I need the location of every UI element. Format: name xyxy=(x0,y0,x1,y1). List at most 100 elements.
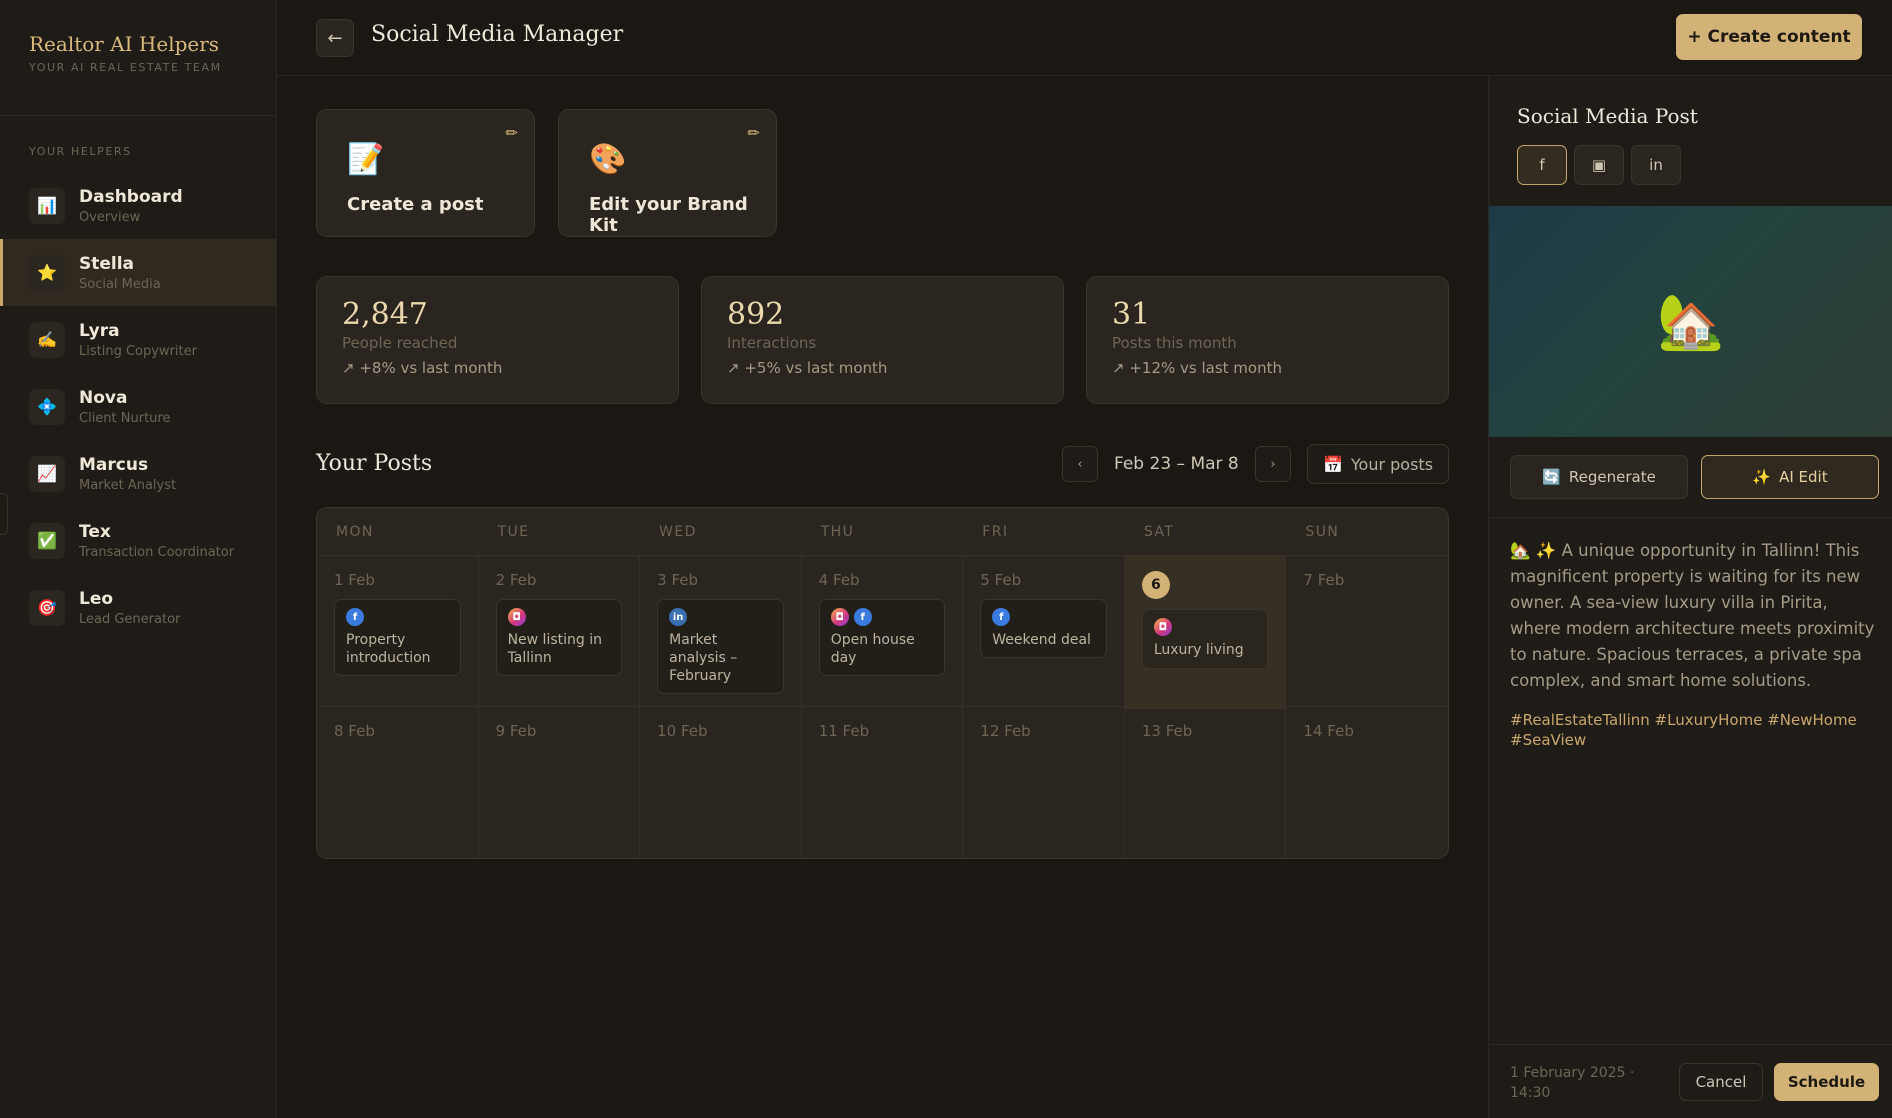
post-chip[interactable]: ◘ Luxury living xyxy=(1141,609,1269,669)
day-header: TUE xyxy=(497,524,530,540)
sidebar-item-leo[interactable]: 🎯 Leo Lead Generator xyxy=(0,574,276,641)
calendar-day[interactable]: 10 Feb xyxy=(640,707,802,858)
stat-label: Interactions xyxy=(727,334,817,352)
post-body-text[interactable]: 🏡 ✨ A unique opportunity in Tallinn! Thi… xyxy=(1510,538,1880,694)
page-title: Social Media Manager xyxy=(371,22,624,47)
post-chip[interactable]: f Property introduction xyxy=(334,599,461,676)
instagram-icon: ◘ xyxy=(507,608,526,626)
day-number: 12 Feb xyxy=(980,722,1031,740)
sidebar: Realtor AI Helpers YOUR AI REAL ESTATE T… xyxy=(0,0,277,1118)
create-post-label: Create a post xyxy=(347,194,484,215)
calendar-day[interactable]: 13 Feb xyxy=(1125,707,1287,858)
panel-footer: 1 February 2025 · 14:30 Cancel Schedule xyxy=(1489,1044,1892,1118)
instagram-icon: ◘ xyxy=(1153,618,1172,636)
post-title: Property introduction xyxy=(346,632,431,666)
post-title: Open house day xyxy=(830,632,915,666)
house-icon: 🏡 xyxy=(1657,289,1725,353)
instagram-platform-button[interactable]: ▣ xyxy=(1574,145,1624,185)
calendar-day[interactable]: 7 Feb xyxy=(1286,556,1448,709)
pencil-icon: ✏ xyxy=(747,124,760,142)
day-header: SAT xyxy=(1143,524,1175,540)
calendar-day[interactable]: 11 Feb xyxy=(802,707,964,858)
create-content-button[interactable]: + Create content xyxy=(1676,14,1862,60)
panel-title: Social Media Post xyxy=(1517,104,1698,128)
calendar-week: 1 Feb f Property introduction 2 Feb ◘ Ne… xyxy=(317,556,1448,709)
day-number: 5 Feb xyxy=(980,571,1022,589)
trend-chart-icon: 📈 xyxy=(29,455,65,492)
stat-trend: ↗ +8% vs last month xyxy=(342,359,503,377)
divider xyxy=(1489,517,1892,518)
calendar-day[interactable]: 5 Feb f Weekend deal xyxy=(963,556,1125,709)
pencil-icon: ✏ xyxy=(505,124,518,142)
diamond-icon: 💠 xyxy=(29,388,65,425)
page-header: ← Social Media Manager + Create content xyxy=(277,0,1892,76)
helper-name: Marcus xyxy=(79,454,149,475)
schedule-button[interactable]: Schedule xyxy=(1774,1063,1879,1101)
post-title: Luxury living xyxy=(1153,642,1244,658)
sidebar-resize-handle[interactable] xyxy=(0,493,8,535)
day-number: 8 Feb xyxy=(334,722,375,740)
helper-name: Lyra xyxy=(79,320,120,341)
day-header: MON xyxy=(336,524,374,540)
stat-card-posts: 31 Posts this month ↗ +12% vs last month xyxy=(1086,276,1449,404)
stat-label: People reached xyxy=(342,334,458,352)
linkedin-platform-button[interactable]: in xyxy=(1631,145,1681,185)
calendar-day-today[interactable]: 6 ◘ Luxury living xyxy=(1124,556,1287,709)
post-title: New listing in Tallinn xyxy=(507,632,602,666)
helper-name: Stella xyxy=(79,253,135,274)
cancel-button[interactable]: Cancel xyxy=(1679,1063,1763,1101)
regenerate-button[interactable]: 🔄 Regenerate xyxy=(1510,455,1688,499)
calendar-day[interactable]: 12 Feb xyxy=(963,707,1125,858)
create-post-card[interactable]: 📝 ✏ Create a post xyxy=(316,109,535,237)
sidebar-item-dashboard[interactable]: 📊 Dashboard Overview xyxy=(0,172,276,239)
day-number: 10 Feb xyxy=(657,722,708,740)
back-button[interactable]: ← xyxy=(316,19,354,57)
posts-section-title: Your Posts xyxy=(316,451,433,476)
day-number: 13 Feb xyxy=(1141,722,1193,740)
sidebar-item-stella[interactable]: ⭐ Stella Social Media xyxy=(0,239,276,306)
day-number: 14 Feb xyxy=(1303,722,1354,740)
calendar-week: 8 Feb 9 Feb 10 Feb 11 Feb 12 Feb 13 Feb … xyxy=(317,707,1448,858)
post-title: Weekend deal xyxy=(992,632,1091,648)
calendar-day[interactable]: 8 Feb xyxy=(317,707,479,858)
writing-hand-icon: ✍️ xyxy=(29,321,65,358)
day-header: SUN xyxy=(1305,524,1340,540)
ai-edit-button[interactable]: ✨ AI Edit xyxy=(1701,455,1879,499)
post-chip[interactable]: ◘ New listing in Tallinn xyxy=(495,599,623,676)
helper-role: Overview xyxy=(79,209,141,225)
checkmark-icon: ✅ xyxy=(29,522,65,559)
sidebar-item-marcus[interactable]: 📈 Marcus Market Analyst xyxy=(0,440,276,507)
your-posts-label: Your posts xyxy=(1350,454,1434,474)
your-posts-button[interactable]: 📅 Your posts xyxy=(1307,444,1449,484)
stat-trend: ↗ +12% vs last month xyxy=(1112,359,1282,377)
facebook-platform-button[interactable]: f xyxy=(1517,145,1567,185)
calendar-day[interactable]: 3 Feb in Market analysis – February xyxy=(640,556,802,709)
chevron-left-icon: ‹ xyxy=(1077,456,1083,472)
palette-icon: 🎨 xyxy=(589,142,627,177)
stat-card-interactions: 892 Interactions ↗ +5% vs last month xyxy=(701,276,1064,404)
post-chip[interactable]: f Weekend deal xyxy=(980,599,1107,658)
prev-week-button[interactable]: ‹ xyxy=(1062,446,1098,482)
helper-role: Market Analyst xyxy=(79,477,177,493)
calendar-day[interactable]: 9 Feb xyxy=(479,707,641,858)
sidebar-item-lyra[interactable]: ✍️ Lyra Listing Copywriter xyxy=(0,306,276,373)
brand-kit-card[interactable]: 🎨 ✏ Edit your Brand Kit xyxy=(558,109,777,237)
helper-name: Nova xyxy=(79,387,128,408)
chevron-right-icon: › xyxy=(1270,456,1276,472)
calendar-header: MON TUE WED THU FRI SAT SUN xyxy=(317,508,1448,556)
post-chip[interactable]: in Market analysis – February xyxy=(657,599,784,694)
post-hashtags[interactable]: #RealEstateTallinn #LuxuryHome #NewHome … xyxy=(1510,710,1880,750)
calendar-day[interactable]: 4 Feb ◘ f Open house day xyxy=(802,556,964,709)
main-content: 📝 ✏ Create a post 🎨 ✏ Edit your Brand Ki… xyxy=(277,76,1488,1118)
sidebar-item-nova[interactable]: 💠 Nova Client Nurture xyxy=(0,373,276,440)
next-week-button[interactable]: › xyxy=(1255,446,1291,482)
calendar-day[interactable]: 14 Feb xyxy=(1286,707,1448,858)
posts-calendar: MON TUE WED THU FRI SAT SUN 1 Feb f Prop… xyxy=(316,507,1449,859)
linkedin-icon: in xyxy=(669,608,688,626)
post-chip[interactable]: ◘ f Open house day xyxy=(818,599,946,676)
calendar-day[interactable]: 1 Feb f Property introduction xyxy=(317,556,479,709)
calendar-day[interactable]: 2 Feb ◘ New listing in Tallinn xyxy=(479,556,641,709)
regenerate-label: Regenerate xyxy=(1568,468,1656,486)
sidebar-item-tex[interactable]: ✅ Tex Transaction Coordinator xyxy=(0,507,276,574)
helper-name: Dashboard xyxy=(79,186,183,207)
